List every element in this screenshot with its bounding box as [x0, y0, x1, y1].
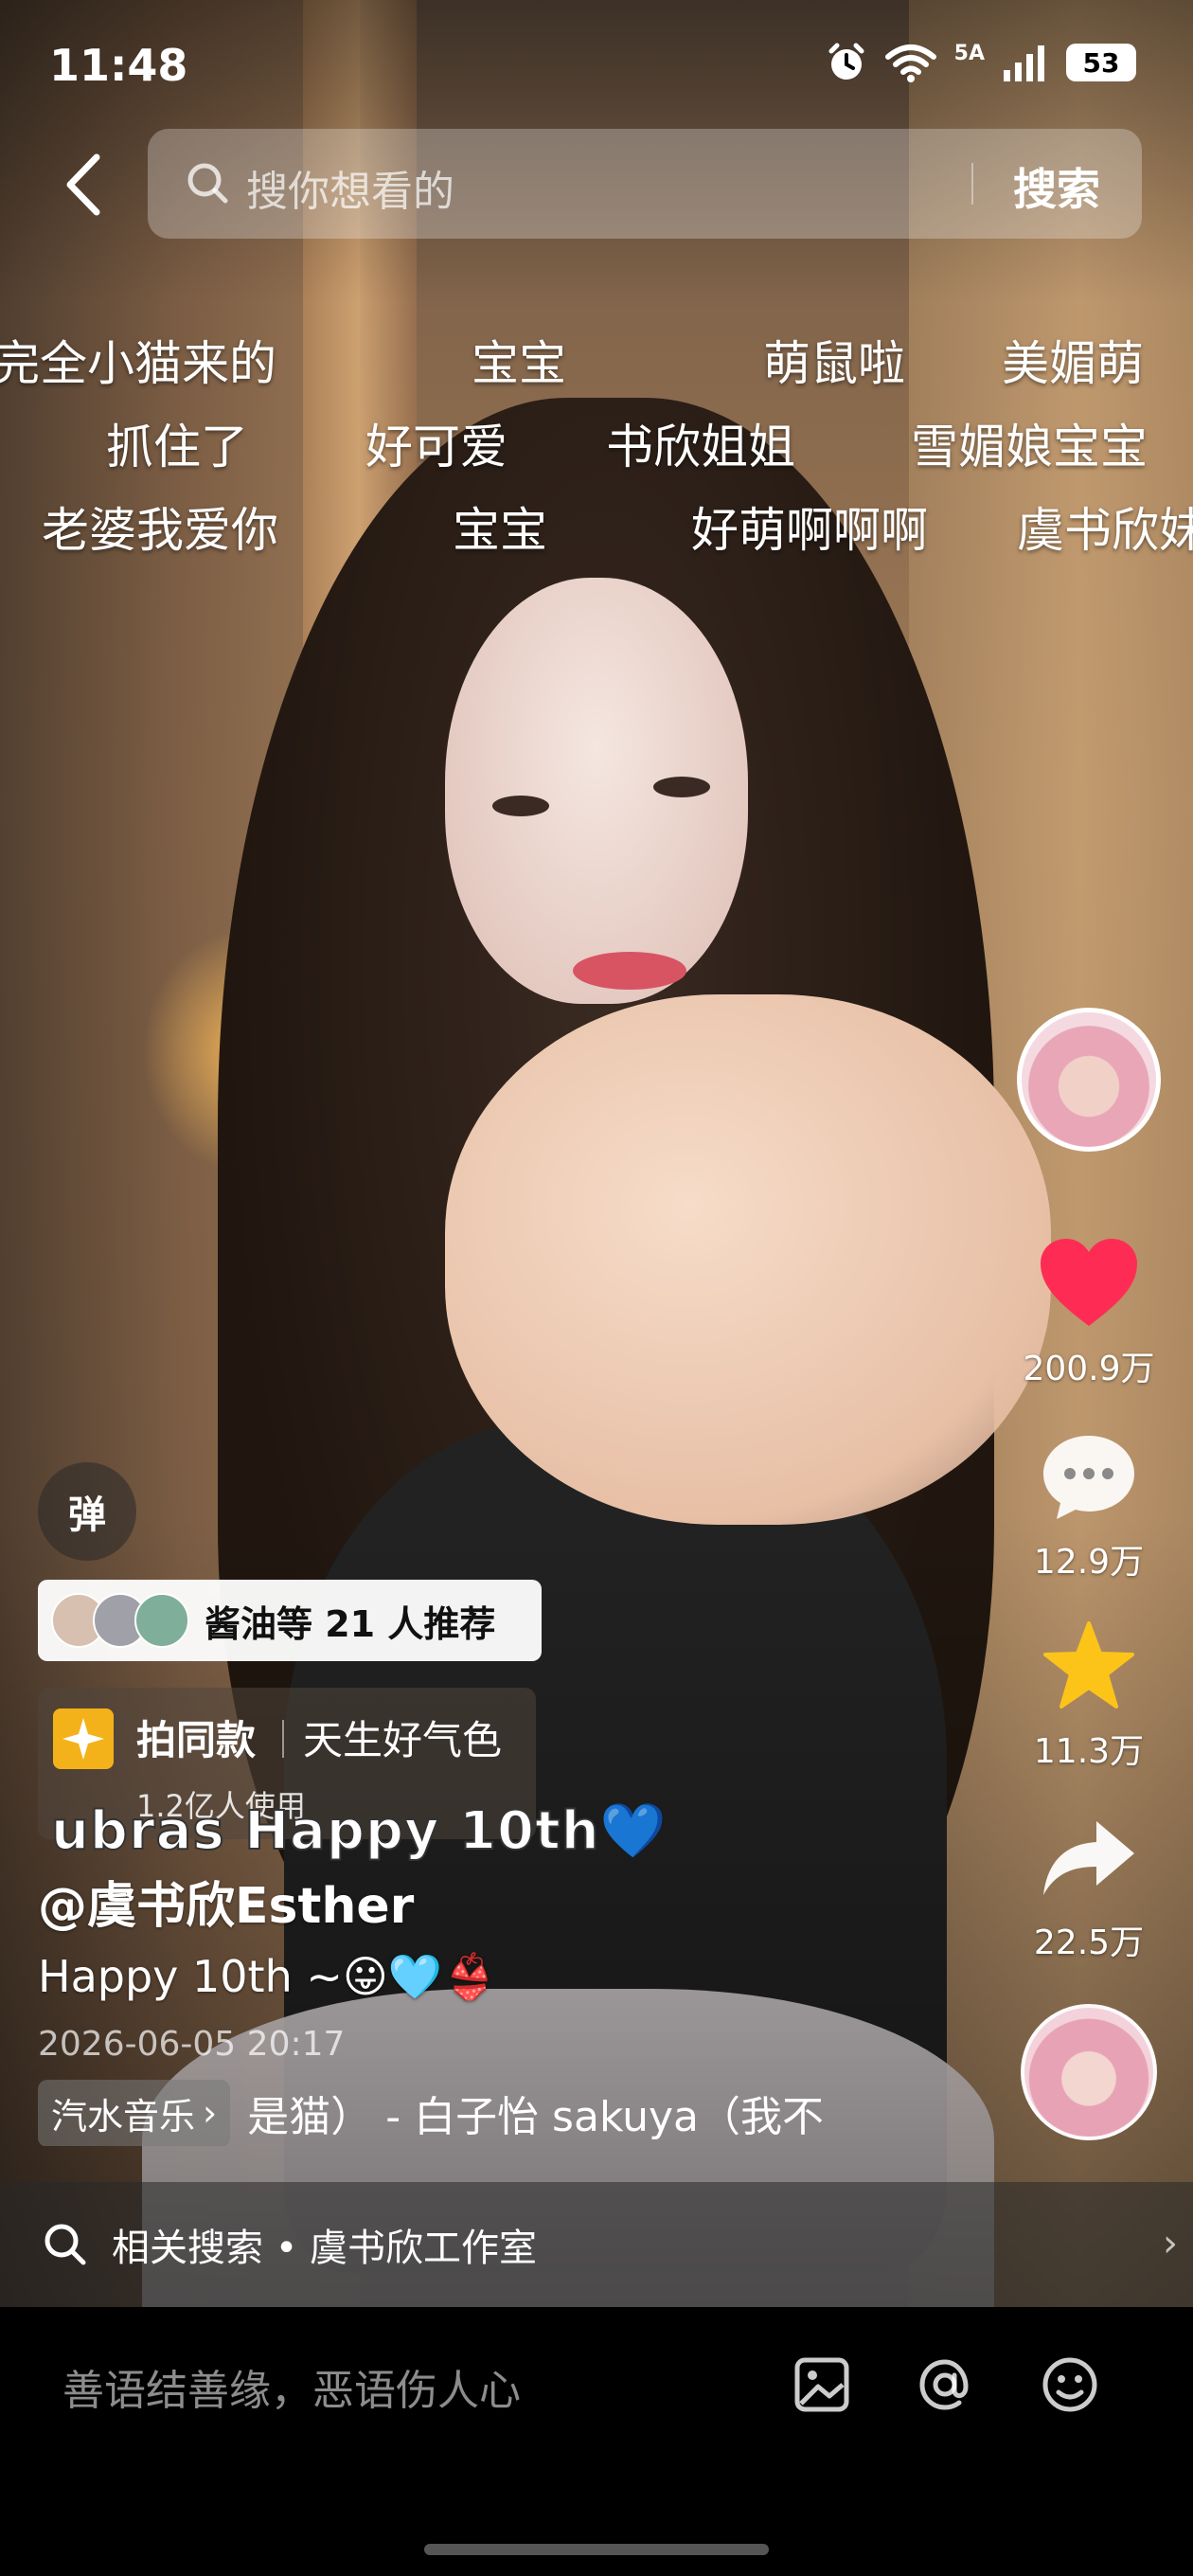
- alarm-icon: [828, 43, 864, 80]
- chevron-right-icon: ›: [1163, 2222, 1178, 2265]
- danmaku-item: 雪媚娘宝宝: [911, 420, 1148, 474]
- video-subject: [653, 777, 710, 797]
- search-button[interactable]: 搜索: [1013, 155, 1100, 218]
- recommender-avatars: [51, 1593, 189, 1648]
- danmaku-item: 抓住了: [106, 420, 248, 474]
- emoji-icon[interactable]: [1032, 2347, 1108, 2423]
- like-button[interactable]: 200.9万: [1023, 1227, 1155, 1390]
- same-style-name: 天生好气色: [303, 1717, 503, 1763]
- music-title: 是猫） - 白子怡 sakuya（我不: [247, 2093, 824, 2141]
- avatar: [134, 1593, 189, 1648]
- related-search-text: 相关搜索 • 虞书欣工作室: [112, 2227, 538, 2270]
- like-count: 200.9万: [1023, 1350, 1155, 1388]
- status-bar: 11:48 5A 53: [0, 0, 1193, 133]
- favorite-button[interactable]: 11.3万: [1023, 1610, 1155, 1773]
- star-icon: [1043, 1621, 1134, 1708]
- chevron-right-icon: ›: [203, 2092, 218, 2134]
- recommend-pill[interactable]: 酱油等 21 人推荐: [38, 1580, 542, 1661]
- comment-icon: [1043, 1436, 1134, 1519]
- danmaku-item: 好萌啊啊啊: [691, 503, 928, 558]
- search-divider: [971, 163, 973, 205]
- danmaku-item: 好可爱: [365, 420, 507, 474]
- share-count: 22.5万: [1033, 1923, 1145, 1962]
- danmaku-toggle-button[interactable]: 弹: [38, 1462, 136, 1561]
- danmaku-item: 书欣姐姐: [606, 420, 795, 474]
- status-icons: 5A 53: [826, 42, 1136, 83]
- music-disc[interactable]: [1021, 2004, 1157, 2140]
- danmaku-item: 虞书欣妹: [1017, 503, 1193, 558]
- danmaku-item: 美媚萌: [1002, 336, 1144, 391]
- home-indicator[interactable]: [424, 2544, 769, 2555]
- video-subject: [445, 994, 1051, 1525]
- comment-bar: 善语结善缘，恶语伤人心: [0, 2307, 1193, 2576]
- heart-icon: [1041, 1239, 1137, 1326]
- music-row[interactable]: 汽水音乐 › 是猫） - 白子怡 sakuya（我不: [38, 2080, 843, 2146]
- search-input[interactable]: 搜你想看的: [246, 157, 454, 218]
- danmaku-item: 萌鼠啦: [763, 336, 905, 391]
- network-type: 5A: [953, 41, 985, 65]
- danmaku-item: 老婆我爱你: [42, 503, 278, 558]
- same-style-label: 拍同款: [136, 1717, 257, 1763]
- image-icon[interactable]: [784, 2347, 860, 2423]
- search-bar[interactable]: 搜你想看的 搜索: [148, 129, 1142, 239]
- comment-input[interactable]: 善语结善缘，恶语伤人心: [62, 2356, 521, 2417]
- author-avatar[interactable]: [1017, 1008, 1161, 1152]
- same-style-divider: [282, 1720, 284, 1758]
- mention-icon[interactable]: [907, 2347, 983, 2423]
- author-name[interactable]: @虞书欣Esther: [38, 1866, 414, 1937]
- music-tag[interactable]: 汽水音乐 ›: [38, 2080, 231, 2146]
- battery-indicator: 53: [1066, 44, 1136, 81]
- comment-button[interactable]: 12.9万: [1023, 1421, 1155, 1583]
- favorite-count: 11.3万: [1033, 1732, 1145, 1771]
- share-button[interactable]: 22.5万: [1023, 1801, 1155, 1964]
- post-date: 2026-06-05 20:17: [38, 2025, 346, 2064]
- video-caption: Happy 10th ~😛🩵👙: [38, 1951, 497, 2002]
- share-icon: [1043, 1821, 1134, 1895]
- sparkle-icon: [53, 1708, 114, 1769]
- status-time: 11:48: [49, 40, 188, 91]
- signal-icon: [1004, 45, 1044, 81]
- video-subject: [573, 952, 686, 990]
- related-search-bar[interactable]: 相关搜索 • 虞书欣工作室 ›: [0, 2182, 1193, 2307]
- search-icon: [187, 163, 228, 204]
- video-sticker-text: ubras Happy 10th💙: [50, 1799, 668, 1863]
- danmaku-item: 宝宝: [453, 503, 547, 558]
- search-icon: [45, 2224, 86, 2265]
- music-tag-label: 汽水音乐: [51, 2095, 196, 2138]
- recommend-text: 酱油等 21 人推荐: [205, 1602, 496, 1645]
- back-icon[interactable]: [57, 152, 114, 218]
- comment-count: 12.9万: [1033, 1543, 1145, 1582]
- danmaku-item: 完全小猫来的: [0, 336, 276, 391]
- video-subject: [492, 796, 549, 816]
- danmaku-item: 宝宝: [472, 336, 566, 391]
- wifi-icon: [884, 45, 936, 82]
